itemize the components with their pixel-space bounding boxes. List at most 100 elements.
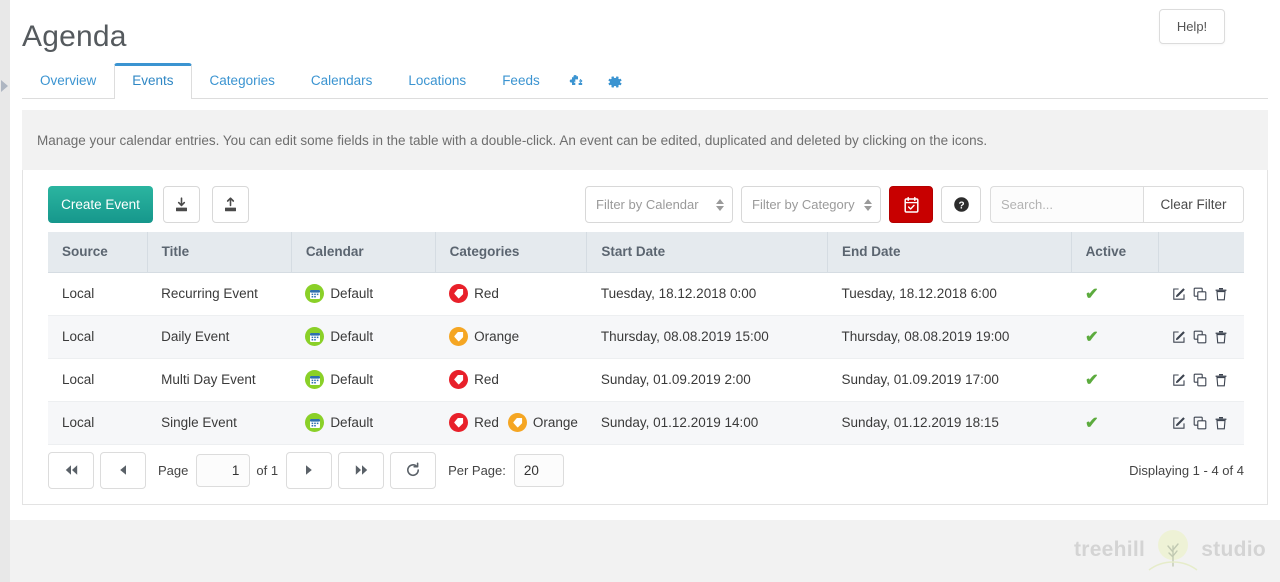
cell-title[interactable]: Daily Event	[147, 315, 292, 359]
table-row[interactable]: Local Daily Event Default Orange Thursday, 0…	[48, 315, 1244, 359]
cell-end-date[interactable]: Thursday, 08.08.2019 19:00	[827, 315, 1072, 359]
edit-icon[interactable]	[1172, 416, 1186, 430]
cell-active[interactable]: ✔	[1071, 358, 1159, 402]
calendar-icon	[305, 284, 325, 303]
cell-end-date[interactable]: Sunday, 01.09.2019 17:00	[827, 358, 1072, 402]
cell-end-date[interactable]: Tuesday, 18.12.2018 6:00	[827, 272, 1072, 316]
tab-calendars[interactable]: Calendars	[293, 63, 391, 99]
left-panel-strip	[0, 0, 10, 582]
cell-source: Local	[48, 401, 148, 445]
calendar-check-icon[interactable]	[889, 186, 933, 223]
plugin-icon[interactable]	[558, 65, 596, 99]
search-input[interactable]	[990, 186, 1143, 223]
filter-by-calendar-select[interactable]: Filter by Calendar	[585, 186, 733, 223]
column-header-title[interactable]: Title	[147, 232, 292, 273]
delete-icon[interactable]	[1214, 373, 1228, 387]
prev-page-icon[interactable]	[100, 451, 146, 489]
download-icon[interactable]	[163, 186, 200, 223]
treehill-studio-logo: treehill studio	[1074, 526, 1266, 574]
filter-by-category-select[interactable]: Filter by Category	[741, 186, 881, 223]
category-badge: Orange	[507, 413, 578, 432]
duplicate-icon[interactable]	[1193, 373, 1207, 387]
tab-locations[interactable]: Locations	[390, 63, 484, 99]
cell-start-date[interactable]: Tuesday, 18.12.2018 0:00	[586, 272, 828, 316]
column-header-active[interactable]: Active	[1071, 232, 1159, 273]
table-row[interactable]: Local Recurring Event Default Red Tuesday, 1…	[48, 272, 1244, 316]
column-header-categories[interactable]: Categories	[435, 232, 588, 273]
cell-active[interactable]: ✔	[1071, 315, 1159, 359]
cell-title[interactable]: Multi Day Event	[147, 358, 292, 402]
table-row[interactable]: Local Multi Day Event Default Red Sunday, 01…	[48, 358, 1244, 402]
duplicate-icon[interactable]	[1193, 416, 1207, 430]
cell-start-date[interactable]: Sunday, 01.12.2019 14:00	[586, 401, 828, 445]
cell-calendar: Default	[291, 358, 436, 402]
column-header-end-date[interactable]: End Date	[827, 232, 1072, 273]
cell-start-date[interactable]: Thursday, 08.08.2019 15:00	[586, 315, 828, 359]
active-check-icon: ✔	[1085, 414, 1099, 432]
tab-feeds[interactable]: Feeds	[484, 63, 558, 99]
category-badge: Red	[449, 370, 499, 389]
per-page-input[interactable]	[513, 453, 564, 487]
delete-icon[interactable]	[1214, 416, 1228, 430]
cell-active[interactable]: ✔	[1071, 272, 1159, 316]
logo-text-left: treehill	[1073, 538, 1146, 561]
cell-categories: Red	[435, 358, 587, 402]
next-page-icon[interactable]	[286, 451, 333, 489]
tag-icon	[449, 284, 469, 303]
delete-icon[interactable]	[1214, 330, 1228, 344]
help-button[interactable]: Help!	[1159, 9, 1225, 44]
category-label: Red	[474, 415, 499, 430]
edit-icon[interactable]	[1172, 287, 1186, 301]
tab-overview[interactable]: Overview	[22, 63, 114, 99]
edit-icon[interactable]	[1172, 330, 1186, 344]
cell-title[interactable]: Single Event	[147, 401, 292, 445]
delete-icon[interactable]	[1214, 287, 1228, 301]
events-table: Source Title Calendar Categories Start D…	[48, 232, 1244, 445]
expand-panel-arrow-icon[interactable]	[1, 80, 8, 92]
tab-bar: Overview Events Categories Calendars Loc…	[22, 63, 1268, 99]
column-header-calendar[interactable]: Calendar	[291, 232, 436, 273]
cell-title[interactable]: Recurring Event	[147, 272, 292, 316]
category-badge: Red	[449, 284, 499, 303]
duplicate-icon[interactable]	[1193, 330, 1207, 344]
tag-icon	[449, 370, 469, 389]
cell-calendar: Default	[291, 315, 436, 359]
upload-icon[interactable]	[212, 186, 249, 223]
cell-calendar: Default	[291, 272, 436, 316]
create-event-button[interactable]: Create Event	[48, 186, 153, 223]
svg-text:?: ?	[958, 200, 964, 211]
displaying-count: Displaying 1 - 4 of 4	[1129, 462, 1244, 478]
calendar-badge: Default	[305, 370, 373, 389]
events-grid-panel: Create Event Filter by Calendar Filter b…	[22, 170, 1268, 505]
column-header-source[interactable]: Source	[48, 232, 148, 273]
chevron-updown-icon	[716, 198, 724, 211]
cell-start-date[interactable]: Sunday, 01.09.2019 2:00	[586, 358, 828, 402]
page-of-label: of 1	[256, 462, 279, 478]
tab-categories[interactable]: Categories	[192, 63, 293, 99]
question-circle-icon[interactable]: ?	[941, 186, 981, 223]
gear-icon[interactable]	[596, 65, 634, 99]
active-check-icon: ✔	[1085, 285, 1099, 303]
per-page-label: Per Page:	[448, 462, 506, 478]
active-check-icon: ✔	[1085, 371, 1099, 389]
page-label: Page	[158, 462, 189, 478]
table-row[interactable]: Local Single Event Default Red Orange Sunday,…	[48, 401, 1244, 445]
column-header-start-date[interactable]: Start Date	[586, 232, 828, 273]
tab-events[interactable]: Events	[114, 63, 192, 99]
calendar-badge: Default	[305, 413, 373, 432]
first-page-icon[interactable]	[48, 451, 94, 489]
cell-actions	[1158, 315, 1244, 359]
page-number-input[interactable]	[196, 453, 251, 487]
clear-filter-button[interactable]: Clear Filter	[1143, 186, 1244, 223]
cell-end-date[interactable]: Sunday, 01.12.2019 18:15	[827, 401, 1072, 445]
edit-icon[interactable]	[1172, 373, 1186, 387]
calendar-label: Default	[330, 372, 374, 387]
last-page-icon[interactable]	[338, 451, 385, 489]
column-header-actions	[1158, 232, 1244, 273]
cell-active[interactable]: ✔	[1071, 401, 1159, 445]
filter-by-calendar-label: Filter by Calendar	[596, 197, 699, 212]
duplicate-icon[interactable]	[1193, 287, 1207, 301]
grid-toolbar: Create Event Filter by Calendar Filter b…	[23, 170, 1269, 232]
refresh-icon[interactable]	[390, 451, 437, 489]
app-root: Agenda Help! Overview Events Categories …	[0, 0, 1280, 582]
